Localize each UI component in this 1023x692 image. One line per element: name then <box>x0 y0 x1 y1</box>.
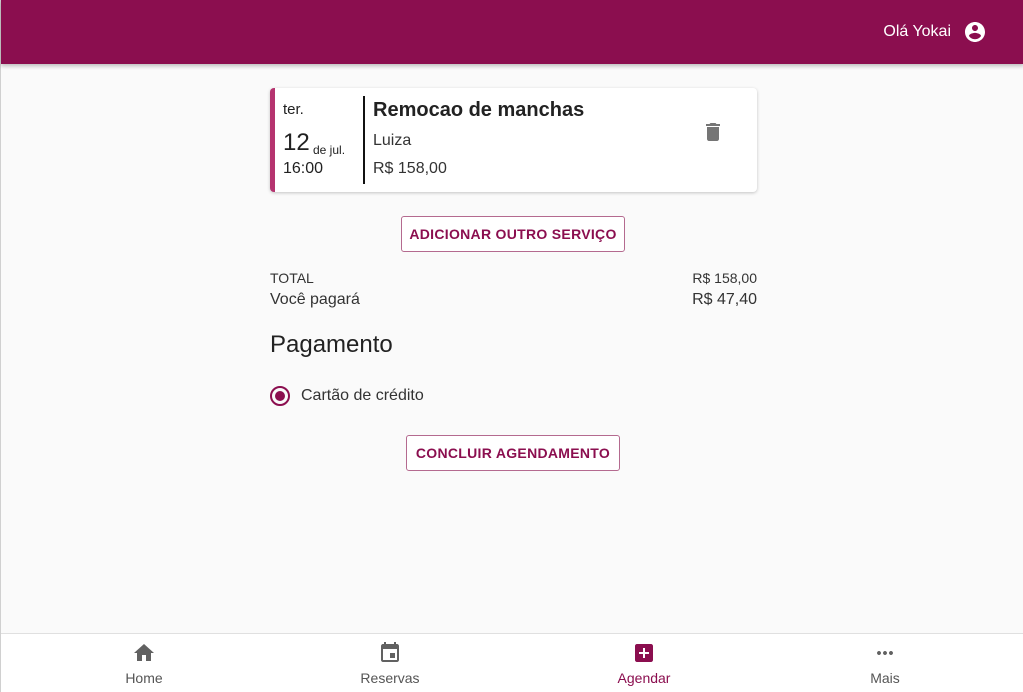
credit-card-radio[interactable] <box>270 386 290 406</box>
payment-title: Pagamento <box>270 331 393 358</box>
home-icon <box>134 644 154 661</box>
calendar-icon <box>381 642 399 662</box>
add-box-icon <box>635 644 653 662</box>
card-divider <box>363 96 365 184</box>
bottom-navigation: Home Reservas Agendar Mais <box>1 633 1023 692</box>
service-name: Remocao de manchas <box>373 99 585 121</box>
greeting-text: Olá Yokai <box>883 23 951 40</box>
more-horiz-icon <box>877 651 893 655</box>
nav-label-reservas: Reservas <box>360 670 420 686</box>
account-circle-icon[interactable] <box>963 20 987 44</box>
user-greeting[interactable]: Olá Yokai <box>883 0 987 64</box>
appointment-day: 12 <box>283 129 310 156</box>
appointment-weekday: ter. <box>283 101 304 118</box>
total-value: R$ 158,00 <box>692 270 757 286</box>
finish-booking-button[interactable]: CONCLUIR AGENDAMENTO <box>406 435 620 471</box>
appointment-month: de jul. <box>313 143 346 157</box>
service-price: R$ 158,00 <box>373 160 447 177</box>
total-row: TOTAL R$ 158,00 <box>270 270 757 286</box>
total-label: TOTAL <box>270 270 314 286</box>
nav-label-home: Home <box>125 670 163 686</box>
radio-selected-dot <box>275 391 285 401</box>
payment-option-credit-card[interactable]: Cartão de crédito <box>270 386 424 406</box>
nav-item-mais[interactable]: Mais <box>825 634 945 692</box>
amount-due-label: Você pagará <box>270 291 360 308</box>
nav-item-reservas[interactable]: Reservas <box>330 634 450 692</box>
nav-label-mais: Mais <box>870 670 900 686</box>
nav-item-home[interactable]: Home <box>84 634 204 692</box>
appointment-card: ter. 12 de jul. 16:00 Remocao de manchas… <box>270 88 757 192</box>
appointment-time: 16:00 <box>283 160 324 177</box>
amount-due-row: Você pagará R$ 47,40 <box>270 291 757 309</box>
trash-icon <box>706 123 720 141</box>
credit-card-label: Cartão de crédito <box>301 387 424 404</box>
nav-label-agendar: Agendar <box>617 670 671 686</box>
app-bar: Olá Yokai <box>1 0 1023 64</box>
nav-item-agendar[interactable]: Agendar <box>584 634 704 692</box>
professional-name: Luiza <box>373 132 412 149</box>
add-service-button[interactable]: ADICIONAR OUTRO SERVIÇO <box>401 216 625 252</box>
delete-appointment-button[interactable] <box>695 114 731 150</box>
amount-due-value: R$ 47,40 <box>692 291 757 308</box>
